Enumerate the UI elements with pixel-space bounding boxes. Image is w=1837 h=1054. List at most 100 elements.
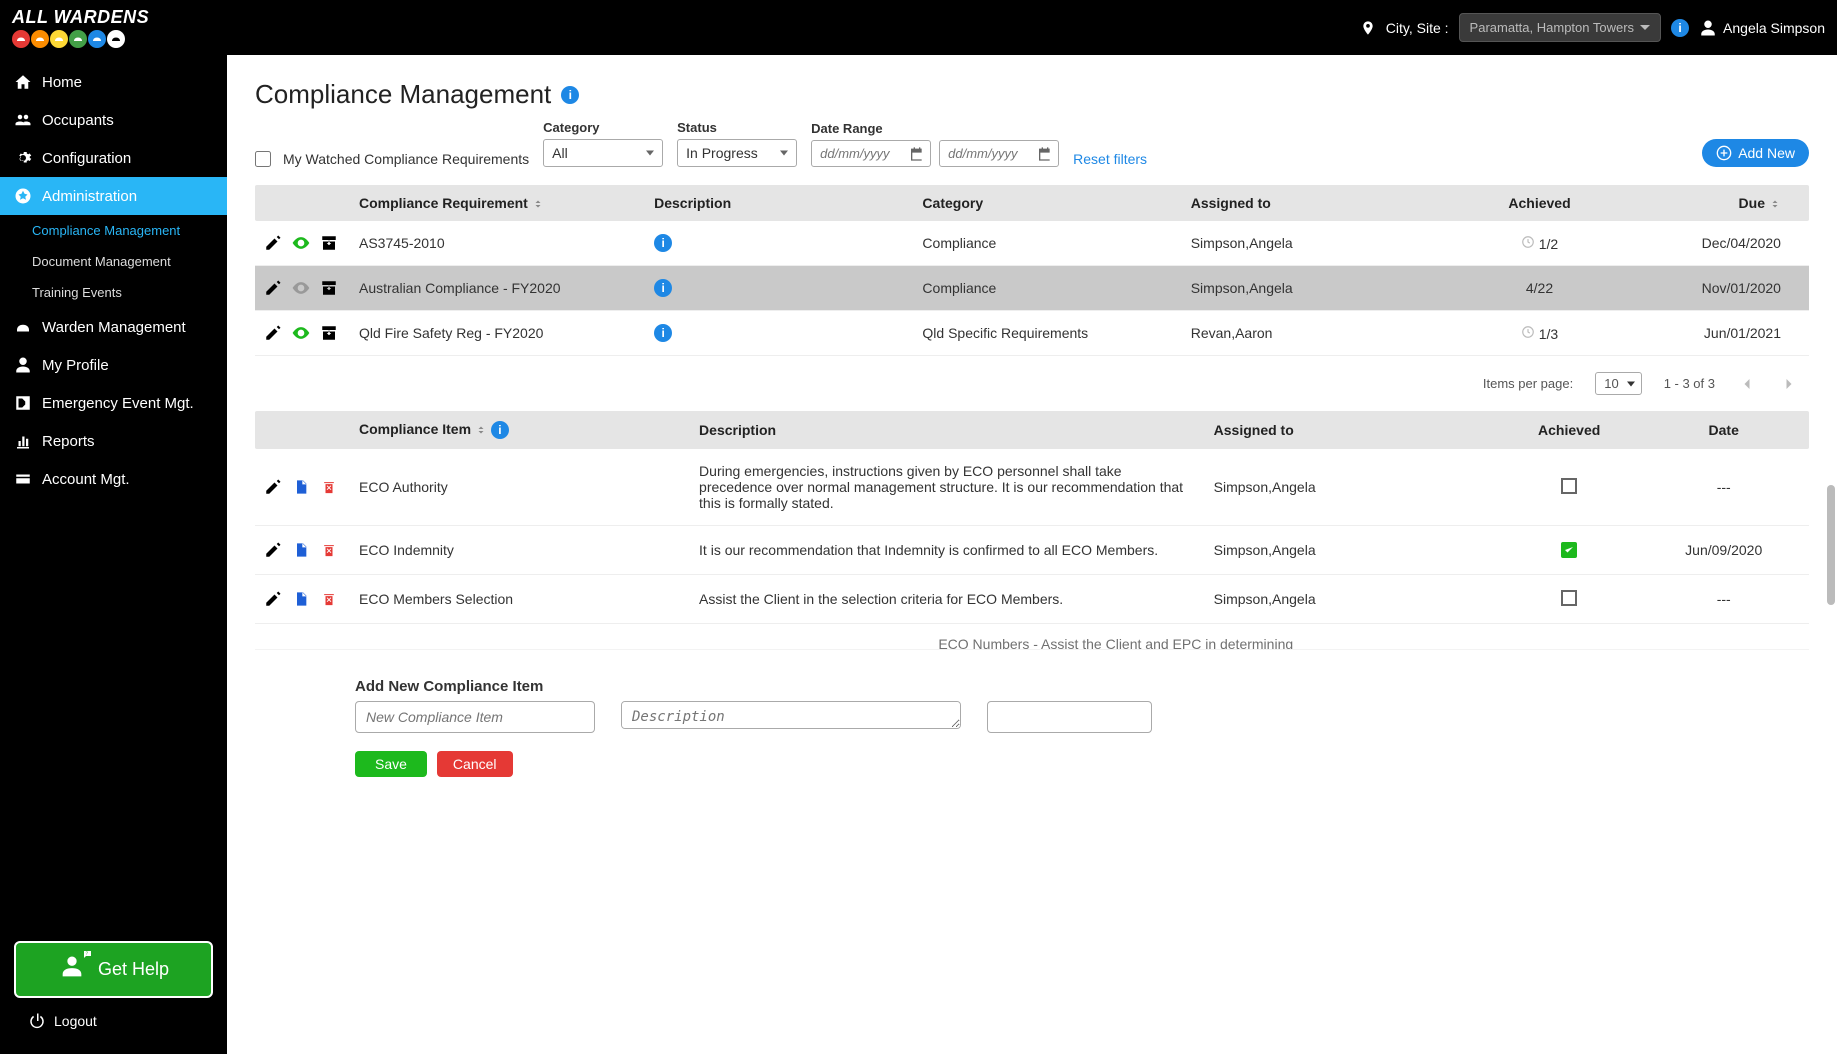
delete-icon[interactable] bbox=[319, 540, 339, 560]
document-icon[interactable] bbox=[291, 477, 311, 497]
get-help-button[interactable]: ? Get Help bbox=[14, 941, 213, 998]
reset-filters-link[interactable]: Reset filters bbox=[1073, 151, 1147, 167]
th-item[interactable]: Compliance Item bbox=[359, 421, 471, 437]
table-row[interactable]: ECO Authority During emergencies, instru… bbox=[255, 449, 1809, 526]
new-item-extra-input[interactable] bbox=[987, 701, 1152, 733]
site-label: City, Site : bbox=[1386, 20, 1449, 36]
info-icon[interactable]: i bbox=[654, 324, 672, 342]
item-date: --- bbox=[1646, 591, 1801, 607]
user-icon bbox=[14, 356, 32, 374]
edit-icon[interactable] bbox=[263, 278, 283, 298]
clock-icon bbox=[1521, 235, 1535, 249]
content-area: Compliance Management i My Watched Compl… bbox=[227, 55, 1837, 1054]
th-req[interactable]: Compliance Requirement bbox=[359, 195, 528, 211]
item-name: ECO Indemnity bbox=[353, 542, 699, 558]
sidebar-label: Reports bbox=[42, 433, 95, 450]
delete-icon[interactable] bbox=[319, 477, 339, 497]
topbar: ALL WARDENS City, Site : Paramatta, Hamp… bbox=[0, 0, 1837, 55]
item-table: Compliance Item i Description Assigned t… bbox=[255, 411, 1809, 650]
status-label: Status bbox=[677, 120, 797, 135]
table-row[interactable]: Australian Compliance - FY2020 i Complia… bbox=[255, 266, 1809, 311]
next-page-icon[interactable] bbox=[1779, 374, 1799, 394]
achieved-checkbox[interactable] bbox=[1561, 542, 1577, 558]
table-row[interactable]: Qld Fire Safety Reg - FY2020 i Qld Speci… bbox=[255, 311, 1809, 356]
info-icon[interactable]: i bbox=[491, 421, 509, 439]
site-value: Paramatta, Hampton Towers bbox=[1470, 20, 1635, 35]
delete-icon[interactable] bbox=[319, 589, 339, 609]
edit-icon[interactable] bbox=[263, 589, 283, 609]
table-row[interactable]: ECO Members Selection Assist the Client … bbox=[255, 575, 1809, 624]
archive-icon[interactable] bbox=[319, 278, 339, 298]
sidebar-item-administration[interactable]: Administration bbox=[0, 177, 227, 215]
th-due[interactable]: Due bbox=[1739, 195, 1765, 211]
watched-checkbox-row[interactable]: My Watched Compliance Requirements bbox=[255, 151, 529, 167]
info-icon[interactable]: i bbox=[654, 279, 672, 297]
table-row-peek: ECO Numbers - Assist the Client and EPC … bbox=[255, 624, 1809, 650]
item-name: ECO Authority bbox=[353, 479, 699, 495]
req-table-header: Compliance Requirement Description Categ… bbox=[255, 185, 1809, 221]
sidebar-item-account[interactable]: Account Mgt. bbox=[0, 460, 227, 498]
new-item-desc-input[interactable] bbox=[621, 701, 961, 729]
admin-icon bbox=[14, 187, 32, 205]
sidebar-item-configuration[interactable]: Configuration bbox=[0, 139, 227, 177]
edit-icon[interactable] bbox=[263, 540, 283, 560]
edit-icon[interactable] bbox=[263, 233, 283, 253]
th-idate: Date bbox=[1646, 422, 1801, 438]
table-row[interactable]: ECO Indemnity It is our recommendation t… bbox=[255, 526, 1809, 575]
category-label: Category bbox=[543, 120, 663, 135]
edit-icon[interactable] bbox=[263, 477, 283, 497]
sidebar-sub-compliance[interactable]: Compliance Management bbox=[0, 215, 227, 246]
watch-icon[interactable] bbox=[291, 323, 311, 343]
achieved-checkbox[interactable] bbox=[1561, 478, 1577, 494]
save-button[interactable]: Save bbox=[355, 751, 427, 777]
info-icon[interactable]: i bbox=[561, 86, 579, 104]
gear-icon bbox=[14, 149, 32, 167]
add-new-label: Add New bbox=[1738, 145, 1795, 161]
sidebar-sub-document[interactable]: Document Management bbox=[0, 246, 227, 277]
watched-checkbox[interactable] bbox=[255, 151, 271, 167]
per-page-label: Items per page: bbox=[1483, 376, 1573, 391]
cancel-button[interactable]: Cancel bbox=[437, 751, 513, 777]
watch-icon[interactable] bbox=[291, 278, 311, 298]
new-item-name-input[interactable] bbox=[355, 701, 595, 733]
archive-icon[interactable] bbox=[319, 233, 339, 253]
scrollbar[interactable] bbox=[1827, 485, 1835, 605]
achieved-checkbox[interactable] bbox=[1561, 590, 1577, 606]
date-to-input[interactable] bbox=[939, 140, 1059, 167]
sidebar-item-occupants[interactable]: Occupants bbox=[0, 101, 227, 139]
sidebar-item-warden[interactable]: Warden Management bbox=[0, 308, 227, 346]
sidebar-item-home[interactable]: Home bbox=[0, 63, 227, 101]
item-desc: During emergencies, instructions given b… bbox=[699, 463, 1214, 511]
edit-icon[interactable] bbox=[263, 323, 283, 343]
logout-button[interactable]: Logout bbox=[14, 1002, 213, 1040]
status-select[interactable]: In Progress bbox=[677, 139, 797, 167]
sidebar-label: Administration bbox=[42, 188, 137, 205]
document-icon[interactable] bbox=[291, 540, 311, 560]
category-select[interactable]: All bbox=[543, 139, 663, 167]
req-name: Qld Fire Safety Reg - FY2020 bbox=[353, 325, 654, 341]
site-selector[interactable]: Paramatta, Hampton Towers bbox=[1459, 13, 1662, 42]
info-icon[interactable]: i bbox=[1671, 19, 1689, 37]
archive-icon[interactable] bbox=[319, 323, 339, 343]
user-icon bbox=[1699, 19, 1717, 37]
info-icon[interactable]: i bbox=[654, 234, 672, 252]
item-assigned: Simpson,Angela bbox=[1214, 591, 1492, 607]
user-menu[interactable]: Angela Simpson bbox=[1699, 19, 1825, 37]
sidebar-label: My Profile bbox=[42, 357, 109, 374]
power-icon bbox=[28, 1012, 46, 1030]
add-new-button[interactable]: Add New bbox=[1702, 139, 1809, 167]
watch-icon[interactable] bbox=[291, 233, 311, 253]
req-cat: Qld Specific Requirements bbox=[922, 325, 1190, 341]
sidebar-item-profile[interactable]: My Profile bbox=[0, 346, 227, 384]
per-page-select[interactable]: 10 bbox=[1595, 372, 1641, 395]
table-row[interactable]: AS3745-2010 i Compliance Simpson,Angela … bbox=[255, 221, 1809, 266]
date-from-input[interactable] bbox=[811, 140, 931, 167]
req-name: AS3745-2010 bbox=[353, 235, 654, 251]
item-assigned: Simpson,Angela bbox=[1214, 542, 1492, 558]
th-ach: Achieved bbox=[1459, 195, 1620, 211]
sidebar-item-reports[interactable]: Reports bbox=[0, 422, 227, 460]
document-icon[interactable] bbox=[291, 589, 311, 609]
sidebar-item-emergency[interactable]: Emergency Event Mgt. bbox=[0, 384, 227, 422]
prev-page-icon[interactable] bbox=[1737, 374, 1757, 394]
sidebar-sub-training[interactable]: Training Events bbox=[0, 277, 227, 308]
